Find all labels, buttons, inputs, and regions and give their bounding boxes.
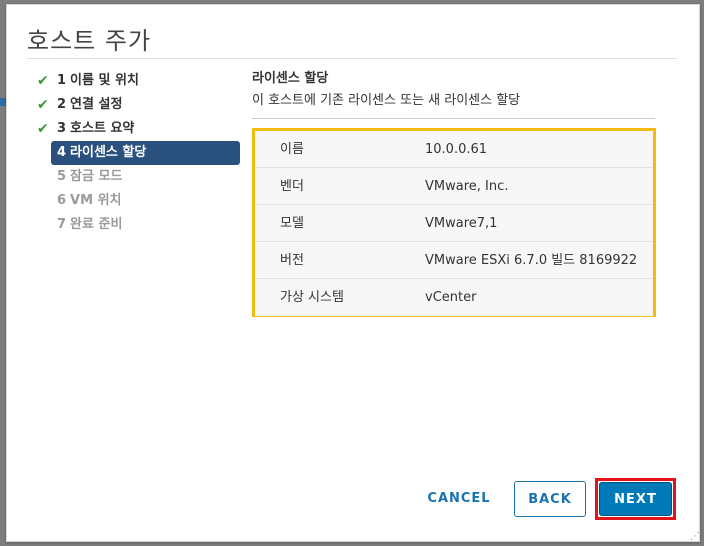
- resize-grip-icon[interactable]: ⋰: [690, 532, 700, 542]
- row-value: VMware, Inc.: [425, 179, 509, 194]
- step-label: 잠금 모드: [70, 169, 123, 184]
- title-divider: [27, 58, 677, 59]
- step-label: VM 위치: [70, 193, 122, 208]
- section-description: 이 호스트에 기존 라이센스 또는 새 라이센스 할당: [252, 93, 521, 108]
- step-number: 5: [57, 169, 67, 184]
- check-icon: ✔: [37, 73, 49, 89]
- row-value: 10.0.0.61: [425, 142, 488, 157]
- step-vm-location: 6 VM 위치: [35, 189, 243, 213]
- step-number: 2: [57, 97, 67, 112]
- table-row: 모델 VMware7,1: [255, 205, 653, 242]
- row-key: 모델: [280, 216, 304, 231]
- row-value: VMware7,1: [425, 216, 498, 231]
- section-divider: [252, 118, 655, 119]
- table-row: 가상 시스템 vCenter: [255, 279, 653, 316]
- next-button[interactable]: NEXT: [599, 482, 672, 516]
- row-key: 벤더: [280, 179, 304, 194]
- step-number: 3: [57, 121, 67, 136]
- step-content: 라이센스 할당 이 호스트에 기존 라이센스 또는 새 라이센스 할당: [252, 68, 656, 119]
- step-label: 호스트 요약: [70, 121, 135, 136]
- step-number: 6: [57, 193, 67, 208]
- row-key: 가상 시스템: [280, 290, 344, 305]
- table-row: 벤더 VMware, Inc.: [255, 168, 653, 205]
- table-row: 버전 VMware ESXi 6.7.0 빌드 8169922: [255, 242, 653, 279]
- cancel-button[interactable]: CANCEL: [420, 481, 498, 517]
- row-value: vCenter: [425, 290, 477, 305]
- table-row: 이름 10.0.0.61: [255, 131, 653, 168]
- step-connection-settings[interactable]: ✔ 2 연결 설정: [35, 93, 243, 117]
- step-label: 라이센스 할당: [70, 145, 147, 160]
- row-key: 버전: [280, 253, 304, 268]
- step-number: 7: [57, 217, 67, 232]
- step-host-summary[interactable]: ✔ 3 호스트 요약: [35, 117, 243, 141]
- dialog-title: 호스트 주가: [27, 27, 152, 55]
- step-label: 이름 및 위치: [70, 73, 139, 88]
- row-key: 이름: [280, 142, 304, 157]
- host-info-table: 이름 10.0.0.61 벤더 VMware, Inc. 모델 VMware7,…: [252, 128, 656, 317]
- check-icon: ✔: [37, 97, 49, 113]
- step-lockdown-mode: 5 잠금 모드: [35, 165, 243, 189]
- step-ready-to-complete: 7 완료 준비: [35, 213, 243, 237]
- step-name-location[interactable]: ✔ 1 이름 및 위치: [35, 69, 243, 93]
- row-value: VMware ESXi 6.7.0 빌드 8169922: [425, 253, 638, 268]
- step-number: 4: [57, 145, 67, 160]
- step-label: 연결 설정: [70, 97, 123, 112]
- back-button[interactable]: BACK: [514, 481, 586, 517]
- step-label: 완료 준비: [70, 217, 123, 232]
- section-title: 라이센스 할당: [252, 71, 329, 86]
- wizard-steps: ✔ 1 이름 및 위치 ✔ 2 연결 설정 ✔ 3 호스트 요약 4 라이센스 할당 5…: [35, 69, 243, 237]
- step-number: 1: [57, 73, 67, 88]
- check-icon: ✔: [37, 121, 49, 137]
- step-assign-license[interactable]: 4 라이센스 할당: [51, 141, 240, 165]
